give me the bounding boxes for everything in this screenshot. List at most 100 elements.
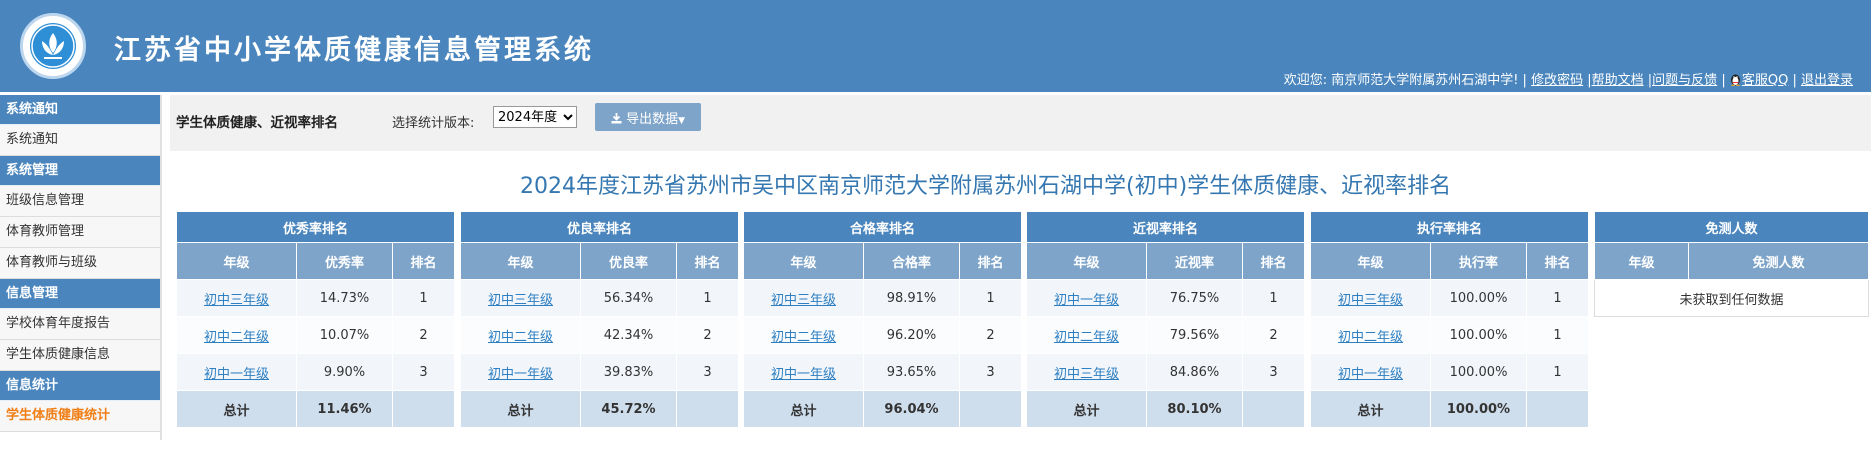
grade-link[interactable]: 初中二年级 — [1338, 330, 1403, 345]
table-caption: 优良率排名 — [460, 211, 739, 243]
total-cell — [1242, 390, 1305, 428]
table-cell: 100.00% — [1430, 353, 1527, 391]
total-cell: 100.00% — [1430, 390, 1527, 428]
table-caption: 执行率排名 — [1310, 211, 1589, 243]
table-row: 初中三年级 100.00% 1 — [1310, 279, 1589, 317]
sidebar-section-stats[interactable]: 信息统计 — [0, 371, 160, 401]
grade-link[interactable]: 初中三年级 — [488, 293, 553, 308]
sidebar-item-teacher-management[interactable]: 体育教师管理 — [0, 217, 160, 248]
grade-link[interactable]: 初中一年级 — [204, 367, 269, 382]
sidebar-item-health-stats[interactable]: 学生体质健康统计 — [0, 401, 160, 432]
table-row: 初中三年级 56.34% 1 — [460, 279, 739, 317]
divider: | — [1721, 73, 1726, 88]
table-cell: 初中二年级 — [743, 316, 864, 354]
table-cell: 2 — [959, 316, 1022, 354]
table-cell: 1 — [959, 279, 1022, 317]
table-cell: 100.00% — [1430, 316, 1527, 354]
total-cell: 总计 — [743, 390, 864, 428]
report-title: 2024年度江苏省苏州市吴中区南京师范大学附属苏州石湖中学(初中)学生体质健康、… — [520, 174, 1452, 199]
change-password-link[interactable]: 修改密码 — [1531, 73, 1583, 88]
total-row: 总计 96.04% — [743, 390, 1022, 428]
table-row: 初中一年级 9.90% 3 — [176, 353, 455, 391]
table-caption: 近视率排名 — [1026, 211, 1305, 243]
table-cell: 初中一年级 — [1026, 279, 1147, 317]
column-header: 优良率 — [580, 242, 677, 280]
sidebar-item-teacher-class[interactable]: 体育教师与班级 — [0, 248, 160, 279]
table-cell: 2 — [1242, 316, 1305, 354]
table-cell: 初中二年级 — [1026, 316, 1147, 354]
table-cell: 1 — [1526, 353, 1589, 391]
grade-link[interactable]: 初中二年级 — [771, 330, 836, 345]
export-data-button[interactable]: 导出数据▼ — [595, 103, 701, 131]
table-caption-row: 合格率排名 — [743, 211, 1022, 243]
total-row: 总计 45.72% — [460, 390, 739, 428]
table-cell: 93.65% — [863, 353, 960, 391]
table-cell: 3 — [959, 353, 1022, 391]
qq-penguin-icon — [1730, 74, 1740, 86]
table-cell: 98.91% — [863, 279, 960, 317]
sidebar-section-system[interactable]: 系统管理 — [0, 156, 160, 186]
table-cell: 初中一年级 — [1310, 353, 1431, 391]
column-header: 年级 — [1026, 242, 1147, 280]
grade-link[interactable]: 初中一年级 — [1054, 293, 1119, 308]
grade-link[interactable]: 初中二年级 — [488, 330, 553, 345]
total-cell — [959, 390, 1022, 428]
sidebar-item-annual-report[interactable]: 学校体育年度报告 — [0, 309, 160, 340]
column-header: 排名 — [1242, 242, 1305, 280]
table-row: 初中三年级 84.86% 3 — [1026, 353, 1305, 391]
sidebar-divider — [160, 95, 162, 440]
table-cell: 1 — [676, 279, 739, 317]
table-cell: 96.20% — [863, 316, 960, 354]
grade-link[interactable]: 初中一年级 — [771, 367, 836, 382]
total-row: 总计 100.00% — [1310, 390, 1589, 428]
help-docs-link[interactable]: |帮助文档 — [1587, 73, 1643, 88]
app-title: 江苏省中小学体质健康信息管理系统 — [114, 35, 594, 66]
total-cell: 总计 — [176, 390, 297, 428]
pass-rate-table: 合格率排名 年级 合格率 排名初中三年级 98.91% 1 初中二年级 96.20% 2 初中一年… — [743, 211, 1022, 428]
column-header: 年级 — [1310, 242, 1431, 280]
feedback-link[interactable]: |问题与反馈 — [1648, 73, 1717, 88]
table-cell: 2 — [676, 316, 739, 354]
divider: | — [1792, 73, 1797, 88]
table-cell: 39.83% — [580, 353, 677, 391]
table-cell: 2 — [392, 316, 455, 354]
good-rate-table: 优良率排名 年级 优良率 排名 初中三年级 56.34% 1 初中二年级 42.34% 2 初中一年… — [460, 211, 739, 428]
empty-row: 未获取到任何数据 — [1594, 279, 1869, 317]
grade-link[interactable]: 初中二年级 — [204, 330, 269, 345]
table-caption: 免测人数 — [1594, 211, 1869, 243]
table-caption-row: 免测人数 — [1594, 211, 1869, 243]
table-cell: 1 — [1526, 316, 1589, 354]
sidebar-item-notice[interactable]: 系统通知 — [0, 125, 160, 156]
sidebar-section-info[interactable]: 信息管理 — [0, 279, 160, 309]
myopia-rate-table: 近视率排名 年级 近视率 排名 初中一年级 76.75% 1 初中二年级 79.56% 2 初中三年… — [1026, 211, 1305, 428]
total-cell: 11.46% — [296, 390, 393, 428]
grade-link[interactable]: 初中一年级 — [1338, 367, 1403, 382]
sidebar-item-student-health-info[interactable]: 学生体质健康信息 — [0, 340, 160, 371]
total-cell — [676, 390, 739, 428]
column-header: 年级 — [743, 242, 864, 280]
grade-link[interactable]: 初中三年级 — [1338, 293, 1403, 308]
column-header: 执行率 — [1430, 242, 1527, 280]
grade-link[interactable]: 初中二年级 — [1054, 330, 1119, 345]
empty-message: 未获取到任何数据 — [1594, 279, 1869, 317]
column-header: 近视率 — [1146, 242, 1243, 280]
table-header-row: 年级 合格率 排名 — [743, 242, 1022, 280]
table-cell: 初中一年级 — [460, 353, 581, 391]
sidebar-section-notice[interactable]: 系统通知 — [0, 95, 160, 125]
table-row: 初中三年级 14.73% 1 — [176, 279, 455, 317]
table-header-row: 年级 免测人数 — [1594, 242, 1869, 280]
total-cell: 80.10% — [1146, 390, 1243, 428]
logo — [20, 13, 86, 79]
version-select[interactable]: 2024年度 — [493, 106, 577, 128]
welcome-text: 欢迎您: 南京师范大学附属苏州石湖中学! | — [1283, 73, 1527, 88]
grade-link[interactable]: 初中三年级 — [1054, 367, 1119, 382]
logout-link[interactable]: 退出登录 — [1801, 73, 1853, 88]
column-header: 排名 — [1526, 242, 1589, 280]
sidebar-item-class-management[interactable]: 班级信息管理 — [0, 186, 160, 217]
support-qq-link[interactable]: 客服QQ — [1742, 73, 1788, 88]
grade-link[interactable]: 初中一年级 — [488, 367, 553, 382]
grade-link[interactable]: 初中三年级 — [204, 293, 269, 308]
grade-link[interactable]: 初中三年级 — [771, 293, 836, 308]
column-header: 排名 — [392, 242, 455, 280]
table-header-row: 年级 优秀率 排名 — [176, 242, 455, 280]
